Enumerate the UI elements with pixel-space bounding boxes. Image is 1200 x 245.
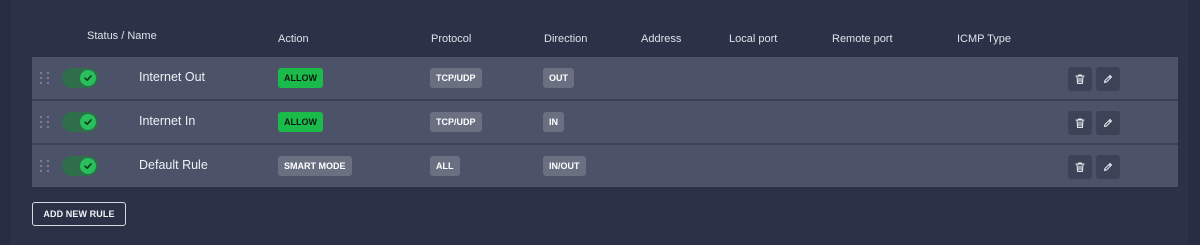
rule-enabled-toggle[interactable] <box>62 112 98 132</box>
delete-rule-button[interactable] <box>1068 111 1092 135</box>
rule-action-badge: ALLOW <box>278 68 323 88</box>
add-new-rule-button[interactable]: ADD NEW RULE <box>32 202 126 226</box>
rule-direction-badge: IN/OUT <box>543 156 586 176</box>
delete-rule-button[interactable] <box>1068 67 1092 91</box>
rule-direction-badge: OUT <box>543 68 574 88</box>
edit-rule-button[interactable] <box>1096 67 1120 91</box>
rule-row: Default Rule SMART MODE ALL IN/OUT <box>32 145 1178 187</box>
rule-name: Default Rule <box>139 158 208 172</box>
trash-icon <box>1075 162 1085 173</box>
rule-enabled-toggle[interactable] <box>62 156 98 176</box>
trash-icon <box>1075 74 1085 85</box>
rule-protocol-badge: TCP/UDP <box>430 112 482 132</box>
pencil-icon <box>1103 162 1113 172</box>
rule-action-badge: ALLOW <box>278 112 323 132</box>
firewall-rules-page: Status / Name Action Protocol Direction … <box>0 0 1200 245</box>
delete-rule-button[interactable] <box>1068 155 1092 179</box>
column-header-icmp-type: ICMP Type <box>957 33 1012 45</box>
drag-handle-icon[interactable] <box>40 116 50 130</box>
rule-name: Internet In <box>139 114 196 128</box>
edit-rule-button[interactable] <box>1096 111 1120 135</box>
left-panel-edge <box>0 0 10 245</box>
rules-table-body: Internet Out ALLOW TCP/UDP OUT Internet … <box>32 57 1178 187</box>
column-header-address: Address <box>641 33 682 45</box>
pencil-icon <box>1103 74 1113 84</box>
right-panel-edge <box>1188 0 1200 245</box>
rule-name: Internet Out <box>139 70 206 84</box>
edit-rule-button[interactable] <box>1096 155 1120 179</box>
check-icon <box>80 70 96 86</box>
pencil-icon <box>1103 118 1113 128</box>
rule-direction-badge: IN <box>543 112 564 132</box>
rule-protocol-badge: TCP/UDP <box>430 68 482 88</box>
column-header-protocol: Protocol <box>431 33 472 45</box>
rule-action-badge: SMART MODE <box>278 156 352 176</box>
column-header-action: Action <box>278 33 309 45</box>
column-header-direction: Direction <box>544 33 588 45</box>
check-icon <box>80 158 96 174</box>
column-header-remote-port: Remote port <box>832 33 893 45</box>
rule-row: Internet In ALLOW TCP/UDP IN <box>32 101 1178 145</box>
trash-icon <box>1075 118 1085 129</box>
drag-handle-icon[interactable] <box>40 160 50 174</box>
column-header-local-port: Local port <box>729 33 778 45</box>
drag-handle-icon[interactable] <box>40 72 50 86</box>
column-header-status-name: Status / Name <box>87 30 157 42</box>
rule-row: Internet Out ALLOW TCP/UDP OUT <box>32 57 1178 101</box>
check-icon <box>80 114 96 130</box>
rule-protocol-badge: ALL <box>430 156 460 176</box>
rule-enabled-toggle[interactable] <box>62 68 98 88</box>
rules-table-header: Status / Name Action Protocol Direction … <box>32 0 1178 56</box>
